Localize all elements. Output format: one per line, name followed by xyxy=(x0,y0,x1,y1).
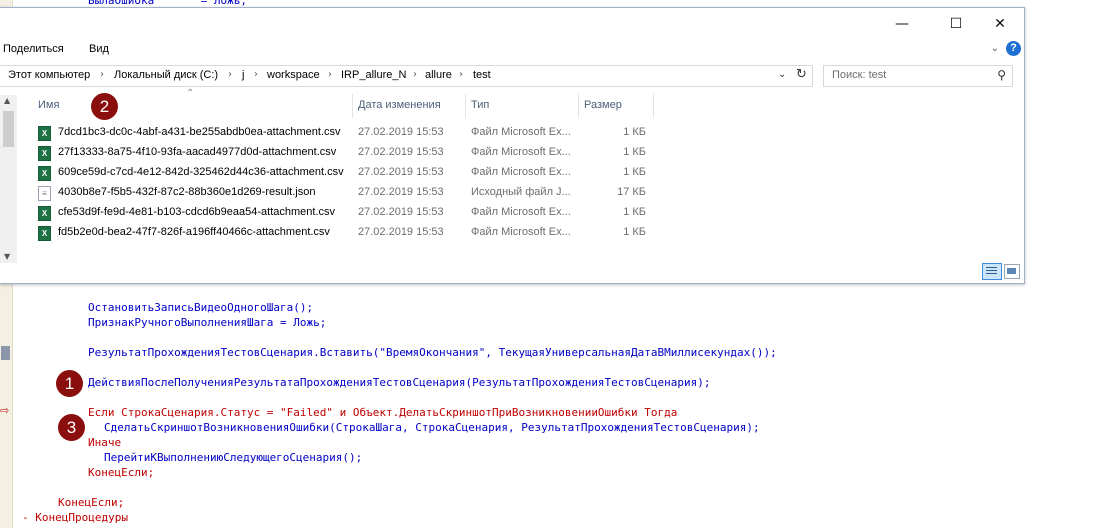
breadcrumb-allure[interactable]: allure xyxy=(425,69,452,81)
current-line-arrow-icon: ⇨ xyxy=(0,404,10,417)
breadcrumb-workspace[interactable]: workspace xyxy=(267,69,320,81)
file-type: Исходный файл J... xyxy=(471,186,571,198)
minimize-button[interactable]: — xyxy=(880,12,924,36)
address-bar[interactable]: Этот компьютер › Локальный диск (C:) › j… xyxy=(0,65,813,87)
details-view-icon xyxy=(986,267,997,268)
breadcrumb-separator-icon[interactable]: › xyxy=(228,69,232,80)
code-line: РезультатПрохожденияТестовСценария.Встав… xyxy=(88,346,777,359)
column-divider[interactable] xyxy=(465,94,466,118)
annotation-marker-1: 1 xyxy=(56,370,83,397)
code-line: Иначе xyxy=(88,436,122,449)
code-line: Если СтрокаСценария.Статус = "Failed" и … xyxy=(88,406,678,419)
file-type: Файл Microsoft Ex... xyxy=(471,206,571,218)
code-line: ПерейтиКВыполнениюСледующегоСценария(); xyxy=(104,451,363,464)
excel-csv-icon: X xyxy=(38,226,51,241)
code-line-text: КонецПроцедуры xyxy=(35,511,128,524)
file-size: 1 КБ xyxy=(623,166,646,178)
file-size: 1 КБ xyxy=(623,206,646,218)
details-view-button[interactable] xyxy=(982,263,1002,280)
file-name: 7dcd1bc3-dc0c-4abf-a431-be255abdb0ea-att… xyxy=(58,126,341,138)
file-type: Файл Microsoft Ex... xyxy=(471,146,571,158)
code-line: КонецЕсли; xyxy=(88,466,155,479)
file-explorer-window[interactable]: — ☐ ✕ Поделиться Вид ⌄ ? Этот компьютер … xyxy=(0,7,1025,284)
excel-csv-icon: X xyxy=(38,166,51,181)
column-divider[interactable] xyxy=(653,94,654,118)
file-row[interactable]: X 27f13333-8a75-4f10-93fa-aacad4977d0d-a… xyxy=(34,143,654,163)
file-size: 1 КБ xyxy=(623,226,646,238)
breakpoint-marker[interactable] xyxy=(1,346,10,360)
excel-csv-icon: X xyxy=(38,146,51,161)
column-header-size[interactable]: Размер xyxy=(584,99,622,111)
breadcrumb-this-pc[interactable]: Этот компьютер xyxy=(8,69,90,81)
file-size: 17 КБ xyxy=(617,186,646,198)
excel-csv-icon: X xyxy=(38,206,51,221)
column-header-type[interactable]: Тип xyxy=(471,99,489,111)
file-name: cfe53d9f-fe9d-4e81-b103-cdcd6b9eaa54-att… xyxy=(58,206,336,218)
file-size: 1 КБ xyxy=(623,146,646,158)
column-divider[interactable] xyxy=(578,94,579,118)
file-name: 4030b8e7-f5b5-432f-87c2-88b360e1d269-res… xyxy=(58,186,316,198)
file-size: 1 КБ xyxy=(623,126,646,138)
sort-ascending-icon: ⌃ xyxy=(186,88,195,99)
column-header-date[interactable]: Дата изменения xyxy=(358,99,441,111)
breadcrumb-j[interactable]: j xyxy=(242,69,244,81)
code-line: ОстановитьЗаписьВидеоОдногоШага(); xyxy=(88,301,314,314)
vertical-scrollbar[interactable]: ▲ ▼ xyxy=(0,95,17,263)
code-line: - КонецПроцедуры xyxy=(22,511,128,524)
breadcrumb-irp-allure[interactable]: IRP_allure_N xyxy=(341,69,406,81)
file-date: 27.02.2019 15:53 xyxy=(358,146,444,158)
tab-share[interactable]: Поделиться xyxy=(3,43,64,55)
column-header-name[interactable]: Имя xyxy=(38,99,59,111)
file-type: Файл Microsoft Ex... xyxy=(471,126,571,138)
code-line: ДействияПослеПолученияРезультатаПрохожде… xyxy=(88,376,711,389)
file-name: 27f13333-8a75-4f10-93fa-aacad4977d0d-att… xyxy=(58,146,337,158)
file-row[interactable]: X 609ce59d-c7cd-4e12-842d-325462d44c36-a… xyxy=(34,163,654,183)
search-placeholder: Поиск: test xyxy=(832,69,887,81)
address-history-dropdown-icon[interactable]: ⌄ xyxy=(778,69,786,80)
json-file-icon: ≡ xyxy=(38,186,51,201)
file-date: 27.02.2019 15:53 xyxy=(358,166,444,178)
breadcrumb-separator-icon[interactable]: › xyxy=(459,69,463,80)
file-name: fd5b2e0d-bea2-47f7-826f-a196ff40466c-att… xyxy=(58,226,330,238)
maximize-button[interactable]: ☐ xyxy=(934,12,978,36)
search-icon[interactable]: ⚲ xyxy=(997,68,1006,82)
column-divider[interactable] xyxy=(352,94,353,118)
close-button[interactable]: ✕ xyxy=(978,12,1022,36)
annotation-marker-3: 3 xyxy=(58,414,85,441)
file-name: 609ce59d-c7cd-4e12-842d-325462d44c36-att… xyxy=(58,166,344,178)
breadcrumb-separator-icon[interactable]: › xyxy=(254,69,258,80)
file-date: 27.02.2019 15:53 xyxy=(358,126,444,138)
file-row[interactable]: ≡ 4030b8e7-f5b5-432f-87c2-88b360e1d269-r… xyxy=(34,183,654,203)
scroll-thumb[interactable] xyxy=(3,111,14,147)
file-date: 27.02.2019 15:53 xyxy=(358,226,444,238)
file-row[interactable]: X cfe53d9f-fe9d-4e81-b103-cdcd6b9eaa54-a… xyxy=(34,203,654,223)
breadcrumb-local-disk[interactable]: Локальный диск (C:) xyxy=(114,69,218,81)
large-icons-view-icon xyxy=(1007,268,1016,274)
excel-csv-icon: X xyxy=(38,126,51,141)
tab-view[interactable]: Вид xyxy=(89,43,109,55)
annotation-marker-2: 2 xyxy=(91,93,118,120)
breadcrumb-test[interactable]: test xyxy=(473,69,491,81)
code-line: КонецЕсли; xyxy=(58,496,125,509)
scroll-down-arrow-icon[interactable]: ▼ xyxy=(4,252,10,261)
file-row[interactable]: X 7dcd1bc3-dc0c-4abf-a431-be255abdb0ea-a… xyxy=(34,123,654,143)
refresh-icon[interactable]: ↻ xyxy=(796,67,807,82)
large-icons-view-button[interactable] xyxy=(1004,264,1020,279)
ribbon: Поделиться Вид ⌄ ? xyxy=(0,38,1024,64)
help-icon[interactable]: ? xyxy=(1006,41,1021,56)
breadcrumb-separator-icon[interactable]: › xyxy=(328,69,332,80)
file-row[interactable]: X fd5b2e0d-bea2-47f7-826f-a196ff40466c-a… xyxy=(34,223,654,243)
code-line: СделатьСкриншотВозникновенияОшибки(Строк… xyxy=(104,421,760,434)
code-line: ПризнакРучногоВыполненияШага = Ложь; xyxy=(88,316,327,329)
breadcrumb-separator-icon[interactable]: › xyxy=(413,69,417,80)
breadcrumb-separator-icon[interactable]: › xyxy=(100,69,104,80)
file-type: Файл Microsoft Ex... xyxy=(471,166,571,178)
ribbon-expand-chevron-icon[interactable]: ⌄ xyxy=(991,43,999,54)
file-date: 27.02.2019 15:53 xyxy=(358,186,444,198)
file-date: 27.02.2019 15:53 xyxy=(358,206,444,218)
file-type: Файл Microsoft Ex... xyxy=(471,226,571,238)
search-input[interactable]: Поиск: test ⚲ xyxy=(823,65,1013,87)
scroll-up-arrow-icon[interactable]: ▲ xyxy=(4,96,10,105)
